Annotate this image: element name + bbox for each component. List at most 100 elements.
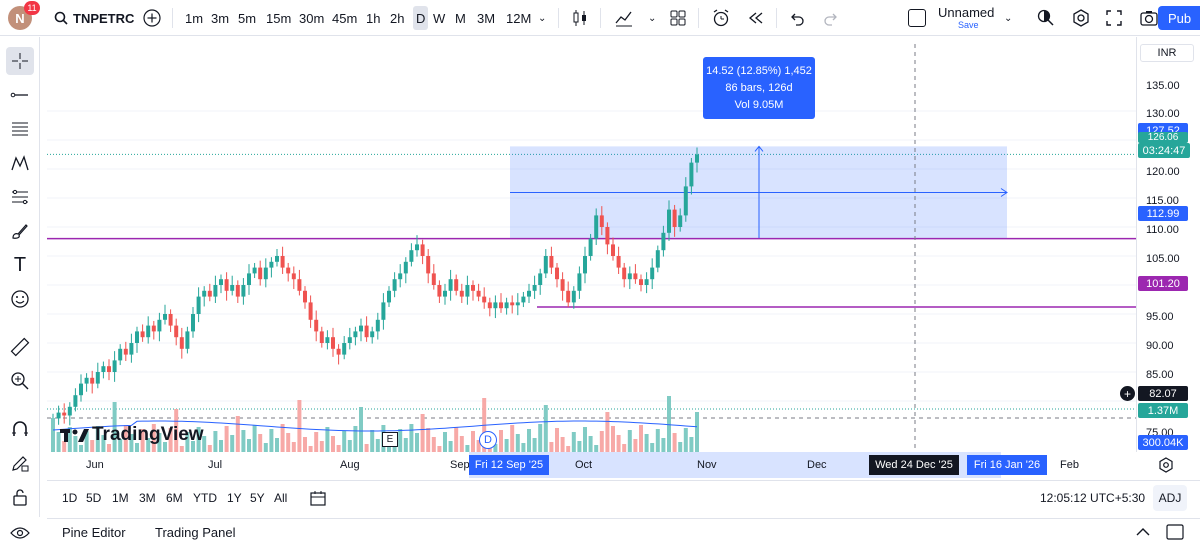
pattern-tool[interactable] (6, 149, 34, 177)
interval-12m[interactable]: 12M (506, 0, 531, 36)
maximize-panel-button[interactable] (1165, 523, 1185, 544)
layout-name-button[interactable]: Unnamed Save (938, 0, 994, 36)
range-1y[interactable]: 1Y (227, 481, 242, 515)
candle-body (667, 209, 671, 233)
price-tick: 110.00 (1146, 224, 1179, 236)
interval-1m[interactable]: 1m (185, 0, 203, 36)
chart-canvas[interactable]: 14.52 (12.85%) 1,452 86 bars, 126d Vol 9… (47, 44, 1136, 452)
time-label-aug: Aug (340, 459, 360, 471)
gear-icon (1073, 9, 1089, 27)
adjust-data-button[interactable]: ADJ (1153, 485, 1187, 511)
range-5y[interactable]: 5Y (250, 481, 265, 515)
volume-bar (454, 427, 459, 452)
range-1d[interactable]: 1D (62, 481, 77, 515)
measure-tool[interactable] (6, 333, 34, 361)
maximize-icon (1166, 524, 1184, 540)
timezone-clock[interactable]: 12:05:12 UTC+5:30 (1040, 481, 1145, 515)
redo-button[interactable] (822, 0, 840, 36)
range-ytd[interactable]: YTD (193, 481, 217, 515)
range-1m[interactable]: 1M (112, 481, 129, 515)
candle-body (303, 290, 307, 303)
candle-body (56, 412, 61, 419)
interval-m[interactable]: M (455, 0, 466, 36)
volume-bar (51, 418, 55, 452)
candle-body (555, 267, 559, 280)
fib-tool[interactable] (6, 115, 34, 143)
price-tick: 90.00 (1146, 340, 1174, 352)
indicators-dropdown[interactable]: ⌄ (648, 0, 656, 36)
interval-15m[interactable]: 15m (266, 0, 291, 36)
interval-w[interactable]: W (433, 0, 445, 36)
interval-3m[interactable]: 3m (211, 0, 229, 36)
emoji-tool[interactable] (6, 285, 34, 313)
currency-selector[interactable]: INR (1140, 44, 1194, 62)
interval-30m[interactable]: 30m (299, 0, 324, 36)
interval-5m[interactable]: 5m (238, 0, 256, 36)
candle-body (157, 319, 162, 332)
settings-button[interactable] (1071, 0, 1091, 36)
trading-panel-tab[interactable]: Trading Panel (155, 525, 235, 540)
rewind-icon (748, 12, 763, 24)
alert-button[interactable] (711, 0, 731, 36)
snapshot-button[interactable] (1139, 0, 1159, 36)
candle-body (594, 215, 599, 239)
earnings-marker[interactable]: E (382, 432, 398, 447)
magnet-tool[interactable] (6, 415, 34, 443)
indicators-button[interactable] (614, 0, 634, 36)
interval-dropdown-button[interactable]: ⌄ (538, 0, 546, 36)
replay-button[interactable] (746, 0, 766, 36)
layout-dropdown[interactable]: ⌄ (1004, 0, 1012, 36)
symbol-search-button[interactable]: TNPETRC (54, 0, 134, 36)
crosshair-tool[interactable] (6, 47, 34, 75)
range-6m[interactable]: 6M (166, 481, 183, 515)
lock-drawings-tool[interactable] (6, 449, 34, 477)
candle-body (224, 279, 229, 291)
layout-checkbox[interactable] (908, 0, 926, 36)
event-badge-letter: D (484, 434, 492, 446)
brush-tool[interactable] (6, 217, 34, 245)
time-axis[interactable]: Jun Jul Aug Sep Oct Nov Dec Feb Fri 12 S… (47, 452, 1136, 478)
crosshair-price-tag: 82.07 (1138, 386, 1188, 401)
axis-settings-button[interactable] (1158, 457, 1174, 478)
publish-button[interactable]: Pub (1158, 6, 1200, 30)
range-5d[interactable]: 5D (86, 481, 101, 515)
candle-body (583, 256, 587, 274)
lock-tool[interactable] (6, 483, 34, 511)
chart-type-button[interactable] (570, 0, 590, 36)
volume-bar (303, 437, 307, 452)
candle-body (101, 366, 106, 372)
volume-bar (325, 427, 330, 452)
candle-body (67, 406, 72, 416)
event-dividend-badge[interactable]: D (479, 431, 497, 449)
pine-editor-tab[interactable]: Pine Editor (62, 525, 126, 540)
undo-button[interactable] (788, 0, 806, 36)
goto-date-button[interactable] (309, 481, 327, 515)
interval-45m[interactable]: 45m (332, 0, 357, 36)
interval-d[interactable]: D (413, 6, 429, 30)
interval-1h[interactable]: 1h (366, 0, 380, 36)
candle-body (560, 279, 565, 291)
volume-bar (213, 431, 218, 452)
user-avatar[interactable]: N 11 (8, 1, 40, 30)
quick-search-button[interactable] (1036, 0, 1056, 36)
range-all[interactable]: All (274, 481, 287, 515)
price-tick: 85.00 (1146, 369, 1174, 381)
text-tool[interactable]: T (6, 251, 34, 279)
prediction-tool[interactable] (6, 183, 34, 211)
range-3m[interactable]: 3M (139, 481, 156, 515)
hide-drawings-tool[interactable] (6, 519, 34, 547)
add-alert-plus[interactable]: + (1120, 386, 1135, 401)
zoom-tool[interactable] (6, 367, 34, 395)
interval-3m[interactable]: 3M (477, 0, 495, 36)
trend-line-tool[interactable] (6, 81, 34, 109)
candle-body (123, 348, 128, 355)
candles-icon (573, 10, 586, 26)
layout-button[interactable] (669, 0, 687, 36)
compare-add-button[interactable] (142, 0, 162, 36)
interval-2h[interactable]: 2h (390, 0, 404, 36)
fullscreen-button[interactable] (1105, 0, 1123, 36)
candle-body (140, 331, 145, 338)
collapse-panel-button[interactable] (1135, 525, 1151, 540)
candle-body (655, 250, 660, 268)
chevron-up-icon (1136, 528, 1150, 536)
